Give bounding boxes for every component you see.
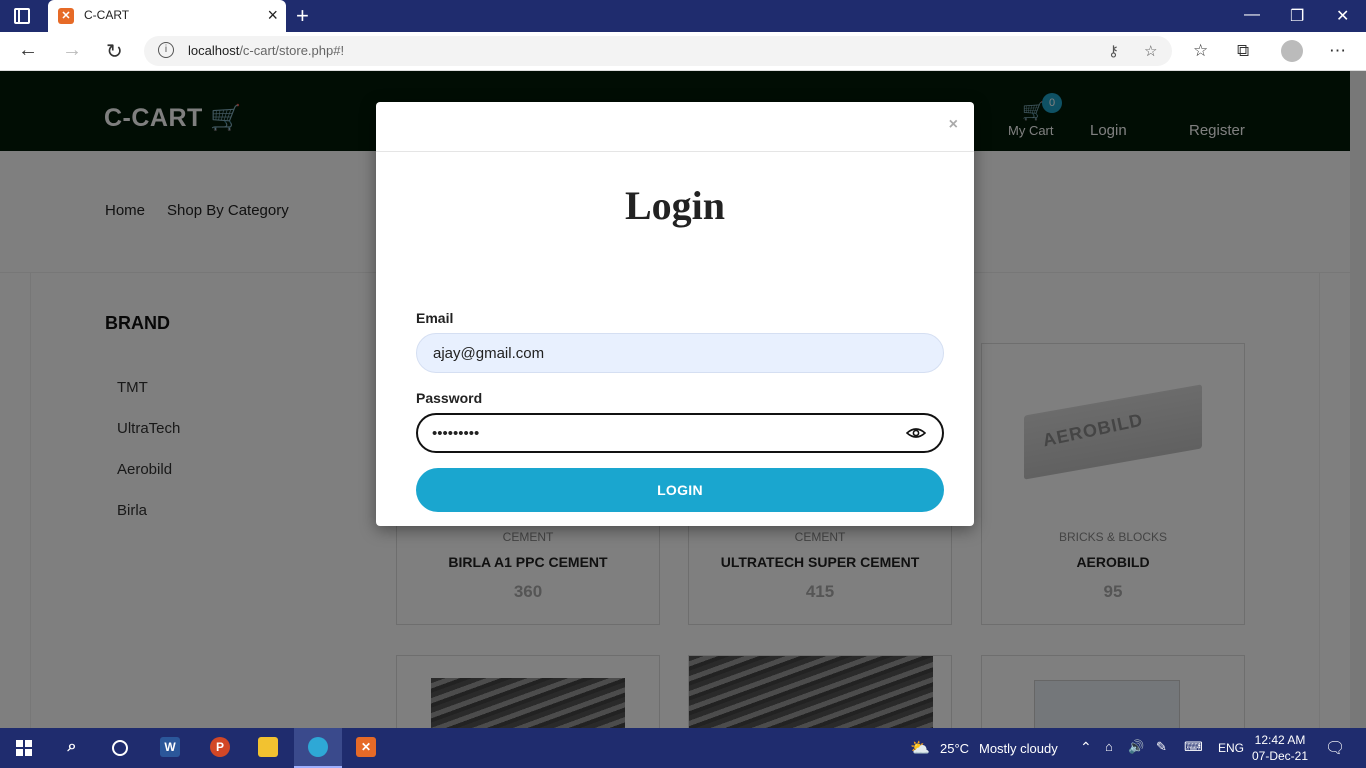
modal-close-button[interactable]: × (949, 116, 958, 134)
powerpoint-icon: P (210, 737, 230, 757)
edge-icon (308, 737, 328, 757)
file-explorer-app[interactable] (244, 728, 292, 768)
edge-app[interactable] (294, 728, 342, 768)
search-icon: ⌕ (67, 738, 77, 755)
address-toolbar: ← → ↻ i localhost/c-cart/store.php#! ⚷ ☆… (0, 32, 1366, 71)
browser-titlebar: ✕ C-CART × + — ❐ ✕ (0, 0, 1366, 32)
login-submit-button[interactable]: LOGIN (416, 468, 944, 512)
url-text[interactable]: localhost/c-cart/store.php#! (188, 43, 344, 58)
info-icon[interactable]: i (158, 42, 174, 58)
login-modal: × Login Email Password LOGIN (376, 102, 974, 526)
browser-tab[interactable]: ✕ C-CART × (48, 0, 286, 32)
password-label: Password (416, 390, 483, 406)
email-label: Email (416, 310, 454, 326)
start-button[interactable] (0, 728, 48, 768)
weather-text[interactable]: Mostly cloudy (979, 741, 1058, 756)
keyboard-icon[interactable]: ⌨ (1184, 739, 1203, 755)
new-tab-icon[interactable]: + (296, 3, 309, 29)
clock-time: 12:42 AM (1254, 733, 1306, 747)
clock[interactable]: 12:42 AM 07-Dec-21 (1252, 732, 1308, 764)
volume-icon[interactable]: 🔊 (1128, 739, 1144, 755)
key-icon[interactable]: ⚷ (1108, 42, 1119, 60)
powerpoint-app[interactable]: P (196, 728, 244, 768)
notification-icon[interactable]: 🗨 (1325, 738, 1345, 758)
more-icon[interactable]: ⋯ (1329, 41, 1346, 61)
password-field[interactable] (416, 413, 944, 453)
forward-icon[interactable]: → (62, 39, 82, 62)
weather-temp[interactable]: 25°C (940, 741, 969, 756)
collections-icon[interactable]: ⧉ (1237, 41, 1249, 61)
show-password-eye-icon[interactable] (906, 425, 926, 441)
xampp-icon: ✕ (58, 8, 74, 24)
favorites-icon[interactable]: ☆ (1193, 41, 1208, 61)
xampp-app[interactable]: ✕ (342, 728, 390, 768)
word-app[interactable]: W (146, 728, 194, 768)
email-field[interactable] (416, 333, 944, 373)
tab-close-icon[interactable]: × (267, 5, 278, 26)
search-button[interactable]: ⌕ (48, 728, 96, 768)
minimize-icon[interactable]: — (1244, 6, 1260, 24)
modal-header: × (376, 102, 974, 152)
chevron-up-icon[interactable]: ⌃ (1080, 739, 1092, 756)
folder-icon (258, 737, 278, 757)
add-favorite-icon[interactable]: ☆ (1144, 42, 1157, 60)
tab-title: C-CART (84, 8, 130, 22)
url-bar[interactable]: i localhost/c-cart/store.php#! ⚷ ☆ (144, 36, 1172, 66)
tab-actions-icon[interactable] (14, 8, 30, 24)
close-window-icon[interactable]: ✕ (1336, 6, 1349, 26)
refresh-icon[interactable]: ↻ (106, 39, 123, 64)
profile-avatar[interactable] (1281, 40, 1303, 62)
clock-date: 07-Dec-21 (1252, 749, 1309, 763)
cortana-icon (112, 740, 128, 756)
network-icon[interactable]: ⌂ (1105, 739, 1113, 754)
xampp-taskbar-icon: ✕ (356, 737, 376, 757)
windows-taskbar: ⌕ W P ✕ ⛅ 25°C Mostly cloudy ⌃ ⌂ 🔊 ✎ ⌨ E… (0, 728, 1366, 768)
modal-title: Login (624, 183, 726, 228)
windows-start-icon (16, 740, 32, 756)
word-icon: W (160, 737, 180, 757)
weather-icon[interactable]: ⛅ (910, 738, 930, 758)
restore-icon[interactable]: ❐ (1290, 6, 1304, 26)
back-icon[interactable]: ← (18, 39, 38, 62)
pen-icon[interactable]: ✎ (1156, 739, 1167, 755)
language-indicator[interactable]: ENG (1218, 741, 1244, 755)
cortana-button[interactable] (96, 728, 144, 768)
